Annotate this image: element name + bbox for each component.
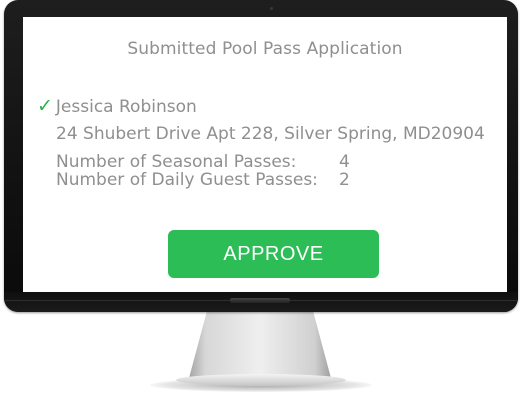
daily-guest-passes-value: 2 [339,170,350,190]
monitor-stand-base [176,374,346,386]
approve-button[interactable]: APPROVE [168,230,379,278]
seasonal-passes-value: 4 [339,152,350,172]
application-screen: Submitted Pool Pass Application ✓ Jessic… [23,17,507,292]
page-title: Submitted Pool Pass Application [127,39,403,59]
monitor-stand [188,311,332,381]
applicant-name: Jessica Robinson [55,97,197,117]
monitor-screen-wrap: Submitted Pool Pass Application ✓ Jessic… [4,0,518,312]
daily-guest-passes-label: Number of Daily Guest Passes: [56,170,318,190]
seasonal-passes-label: Number of Seasonal Passes: [56,152,297,172]
applicant-row: ✓ Jessica Robinson [37,95,197,118]
seasonal-passes-row: Number of Seasonal Passes: 4 [56,152,350,172]
daily-guest-passes-row: Number of Daily Guest Passes: 2 [56,170,350,190]
applicant-address: 24 Shubert Drive Apt 228, Silver Spring,… [56,124,485,144]
checkmark-icon: ✓ [37,95,53,117]
monitor-illustration: Submitted Pool Pass Application ✓ Jessic… [0,0,522,395]
